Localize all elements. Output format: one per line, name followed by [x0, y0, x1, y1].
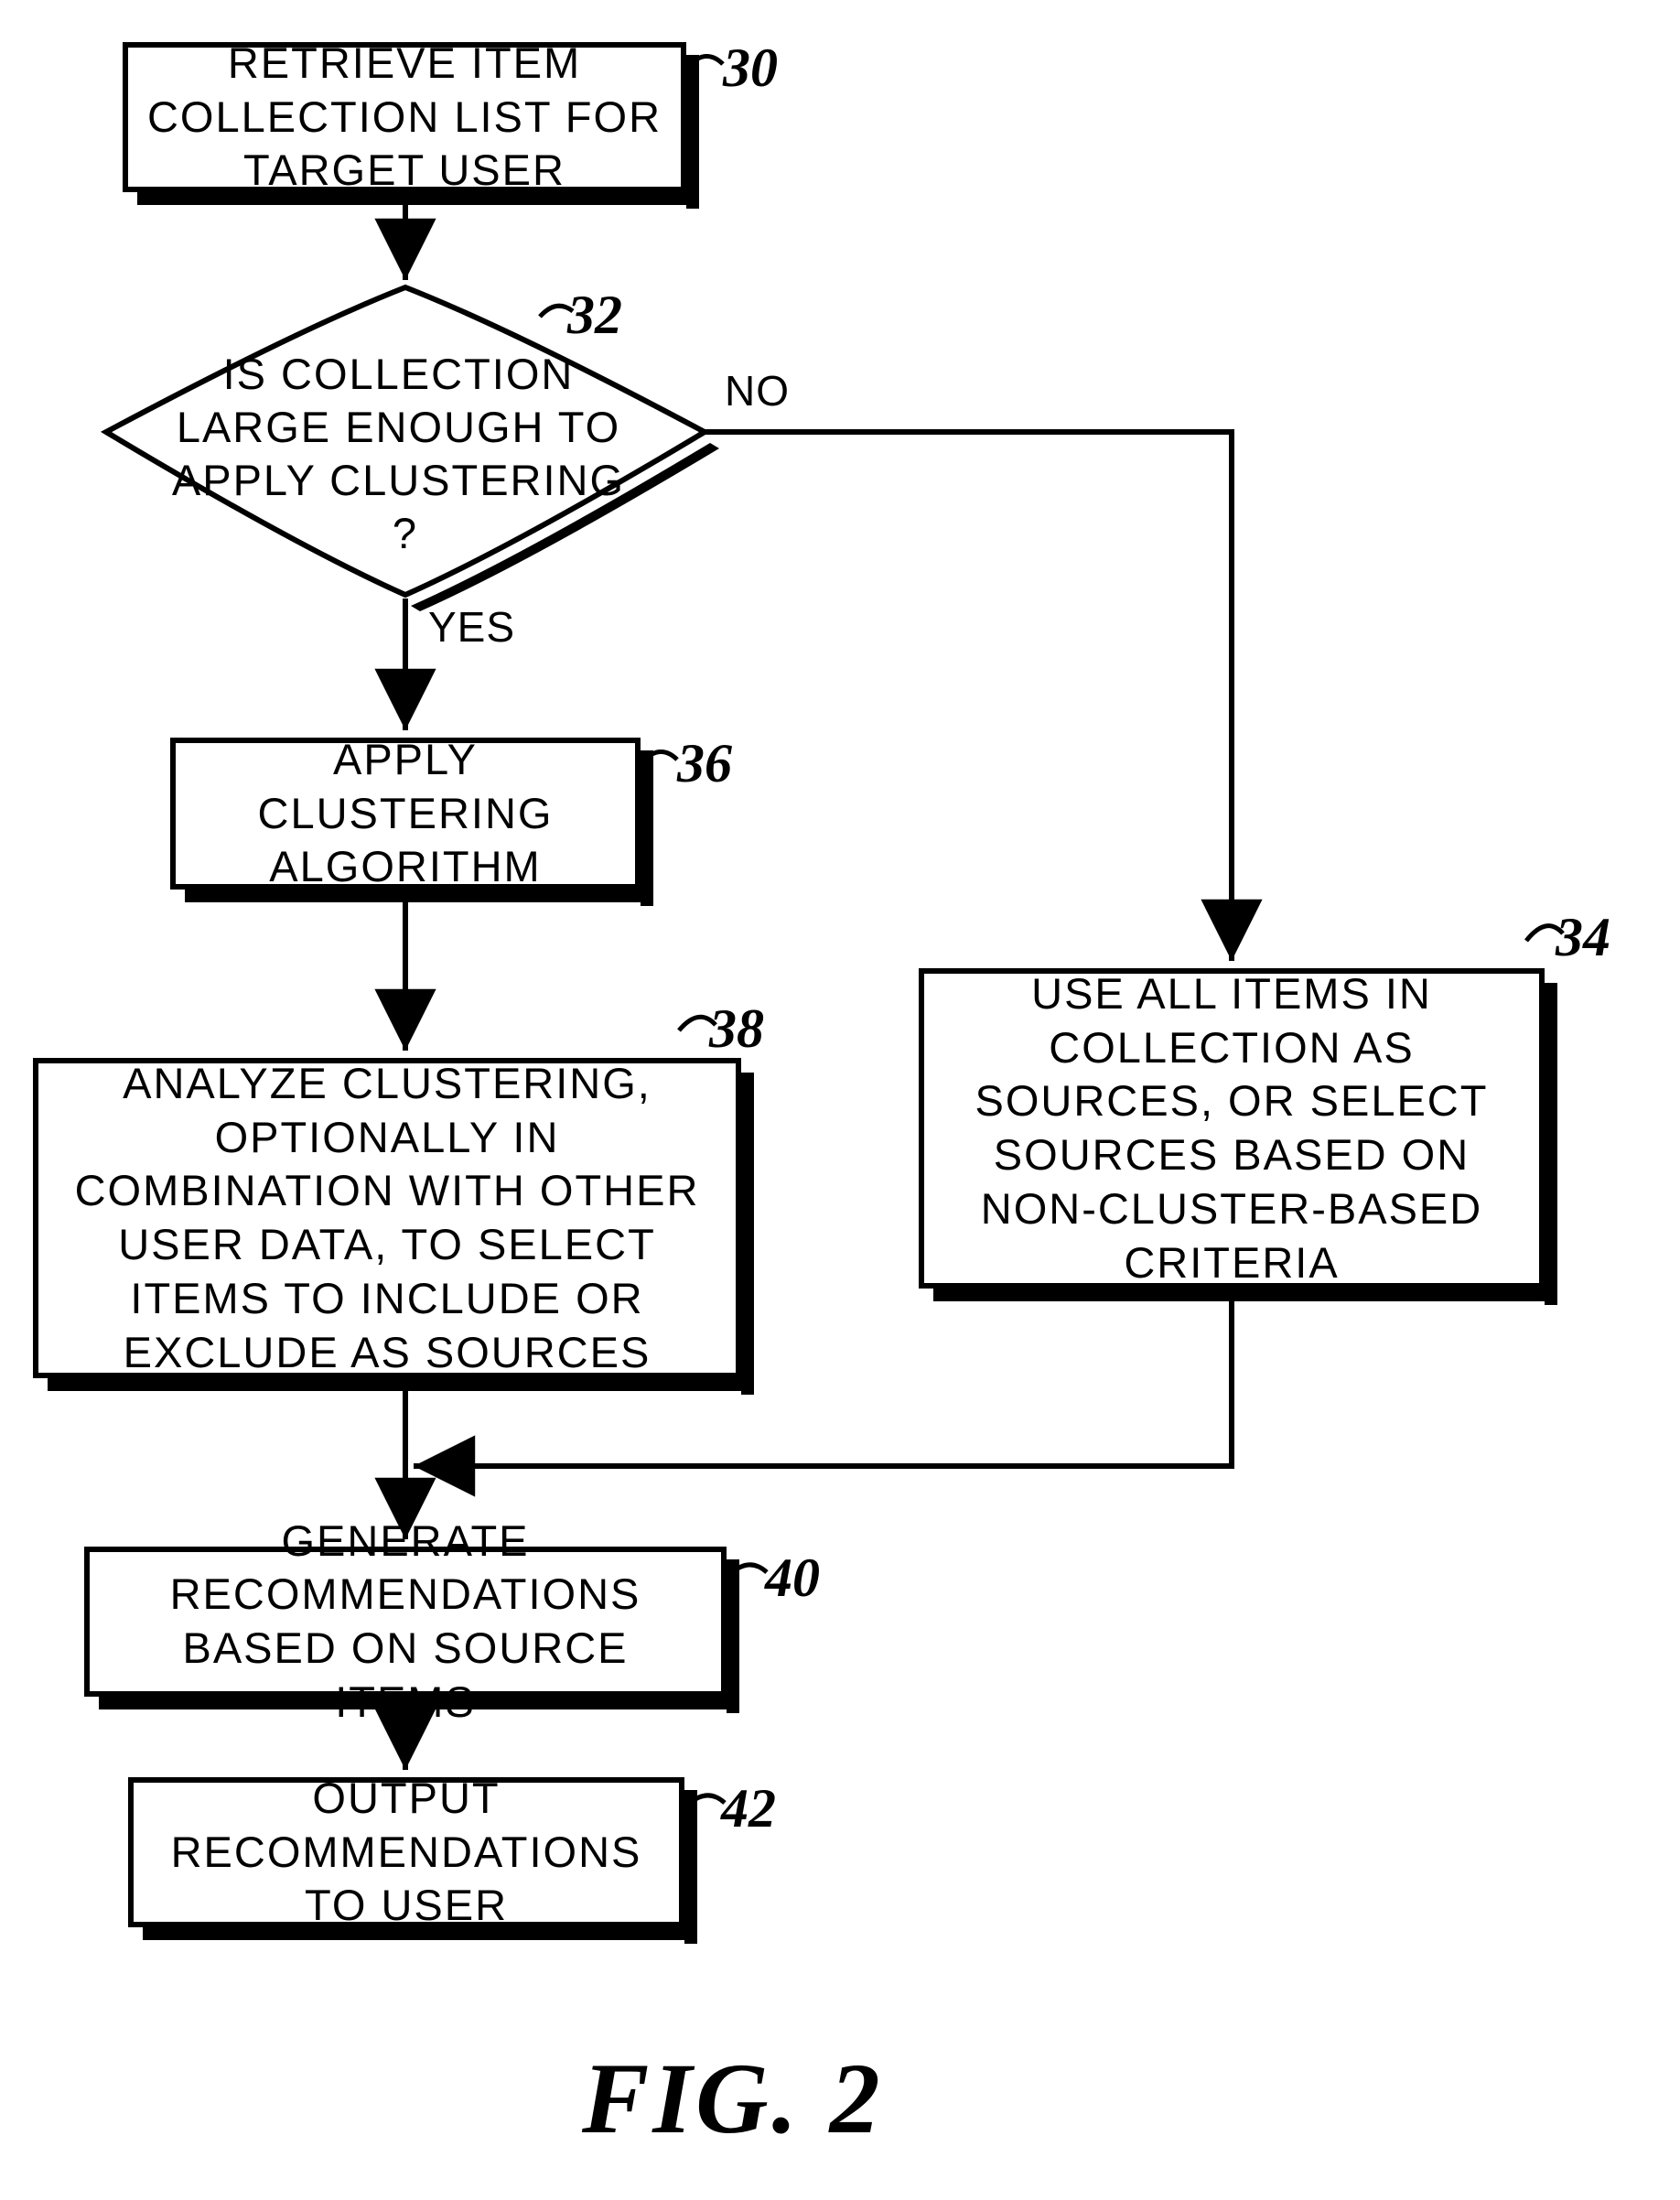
box-analyze: ANALYZE CLUSTERING, OPTIONALLY IN COMBIN…	[33, 1058, 741, 1378]
box-apply-clustering: APPLY CLUSTERING ALGORITHM	[170, 738, 641, 890]
label-yes: YES	[428, 602, 515, 652]
box-generate: GENERATE RECOMMENDATIONS BASED ON SOURCE…	[84, 1547, 727, 1697]
ref-32: 32	[567, 284, 622, 347]
ref-42: 42	[721, 1777, 776, 1840]
shadow	[933, 1289, 1557, 1301]
decision-diamond	[106, 287, 719, 611]
diamond-text: IS COLLECTION LARGE ENOUGH TO APPLY CLUS…	[172, 350, 639, 557]
shadow	[741, 1073, 754, 1395]
shadow	[727, 1559, 739, 1713]
figure-title: FIG. 2	[582, 2041, 884, 2157]
box-text: APPLY CLUSTERING ALGORITHM	[194, 733, 617, 894]
box-text: OUTPUT RECOMMENDATIONS TO USER	[152, 1772, 661, 1933]
label-no: NO	[725, 366, 790, 415]
ref-40: 40	[765, 1547, 820, 1610]
box-use-all: USE ALL ITEMS IN COLLECTION AS SOURCES, …	[919, 968, 1545, 1289]
shadow	[684, 1790, 697, 1944]
flowchart-canvas: RETRIEVE ITEM COLLECTION LIST FOR TARGET…	[0, 0, 1680, 2200]
box-text: ANALYZE CLUSTERING, OPTIONALLY IN COMBIN…	[57, 1057, 717, 1380]
shadow	[686, 55, 699, 209]
box-text: GENERATE RECOMMENDATIONS BASED ON SOURCE…	[108, 1515, 703, 1730]
box-text: USE ALL ITEMS IN COLLECTION AS SOURCES, …	[942, 967, 1521, 1290]
box-retrieve: RETRIEVE ITEM COLLECTION LIST FOR TARGET…	[123, 42, 686, 192]
ref-30: 30	[723, 37, 778, 100]
shadow	[48, 1378, 754, 1391]
box-text: RETRIEVE ITEM COLLECTION LIST FOR TARGET…	[146, 37, 662, 198]
ref-36: 36	[677, 732, 732, 795]
ref-38: 38	[709, 998, 764, 1061]
ref-34: 34	[1556, 906, 1610, 969]
box-output: OUTPUT RECOMMENDATIONS TO USER	[128, 1777, 684, 1927]
shadow	[1545, 983, 1557, 1305]
shadow	[641, 750, 653, 906]
